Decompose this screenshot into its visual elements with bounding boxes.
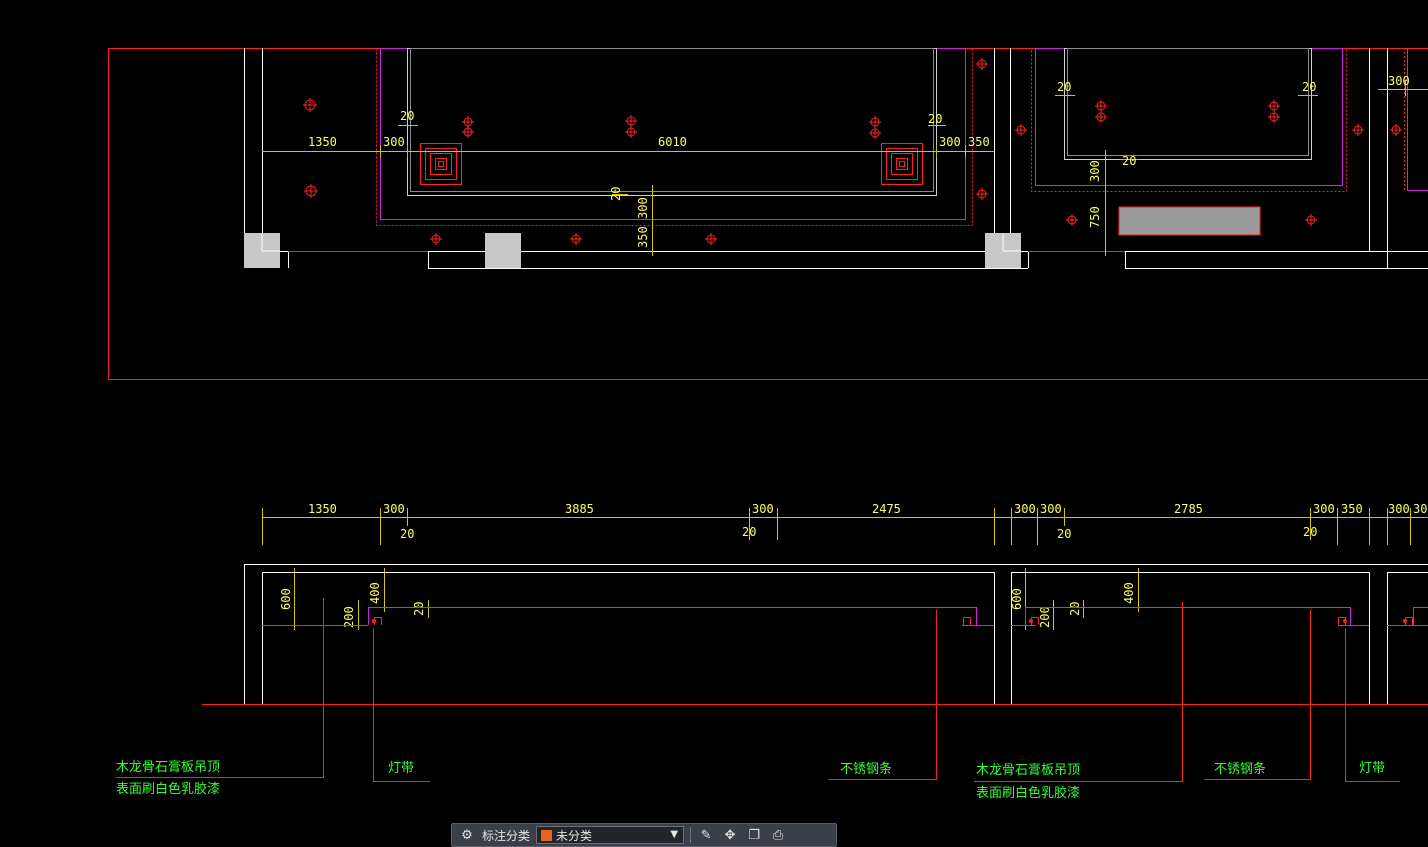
plan-dim-r3-300: 300: [1388, 74, 1410, 88]
sec-dim-200-left: 200: [342, 606, 356, 628]
chevron-down-icon: ▼: [670, 829, 678, 840]
plan-dim-r2-20a: 20: [1057, 80, 1071, 94]
sec-dim-20d: 20: [1303, 525, 1317, 539]
category-color-swatch: [541, 830, 552, 841]
plan-dim-6010: 6010: [658, 135, 687, 149]
filter-icon[interactable]: ⚙: [458, 826, 476, 844]
note-ceiling-2-line2: 表面刷白色乳胶漆: [976, 785, 1080, 801]
plan-dim-300-vert: 300: [636, 197, 650, 219]
annotation-toolbar: ⚙ 标注分类 未分类 ▼ ✎ ✥ ❐ ⎙: [451, 823, 837, 847]
section-dimension-lines: [262, 508, 1428, 630]
plan-dim-r2-20b: 20: [1302, 80, 1316, 94]
plan-feature-block: [1119, 207, 1260, 235]
plan-columns: [244, 233, 1021, 268]
plan-dim-20-vert: 20: [609, 187, 623, 201]
move-icon[interactable]: ✥: [721, 826, 739, 844]
plan-dim-300-left: 300: [383, 135, 405, 149]
section-light-dots: [372, 619, 1407, 623]
sec-dim-600-left: 600: [279, 588, 293, 610]
plan-dim-r2-300: 300: [1088, 160, 1102, 182]
plan-dim-20-left: 20: [400, 109, 414, 123]
sec-dim-300f: 300: [1388, 502, 1410, 516]
note-stainless-2: 不锈钢条: [1214, 761, 1266, 777]
toolbar-divider: [690, 827, 691, 843]
ceiling-fixture-left: [421, 144, 462, 185]
sec-dim-600-right: 600: [1010, 588, 1024, 610]
cad-drawing-canvas[interactable]: 1350 300 20 6010 20 300 350 20 300 350 2…: [0, 0, 1428, 843]
note-stainless-1: 不锈钢条: [840, 761, 892, 777]
sec-dim-300e: 300: [1313, 502, 1335, 516]
ceiling-plan-view: 1350 300 20 6010 20 300 350 20 300 350 2…: [109, 48, 1428, 380]
sec-dim-20a: 20: [400, 527, 414, 541]
sec-dim-20c: 20: [1057, 527, 1071, 541]
copy-icon[interactable]: ❐: [745, 826, 763, 844]
note-ceiling-1-line2: 表面刷白色乳胶漆: [116, 781, 220, 797]
sec-dim-1350: 1350: [308, 502, 337, 516]
note-ceiling-1-line1: 木龙骨石膏板吊顶: [116, 759, 220, 775]
sec-dim-30: 30: [1413, 502, 1427, 516]
category-value: 未分类: [556, 827, 592, 844]
sec-dim-20-left: 20: [412, 602, 426, 616]
note-light-strip-2: 灯带: [1359, 761, 1385, 776]
sec-dim-350: 350: [1341, 502, 1363, 516]
edit-icon[interactable]: ✎: [697, 826, 715, 844]
sec-dim-3885: 3885: [565, 502, 594, 516]
category-select[interactable]: 未分类 ▼: [536, 826, 684, 844]
sec-dim-2475: 2475: [872, 502, 901, 516]
sec-dim-400-left: 400: [368, 582, 382, 604]
sec-dim-300b: 300: [752, 502, 774, 516]
sec-dim-20b: 20: [742, 525, 756, 539]
plan-dim-20-right: 20: [928, 112, 942, 126]
note-light-strip-1: 灯带: [388, 761, 414, 776]
category-label: 标注分类: [482, 827, 530, 844]
plan-dim-r2-750: 750: [1088, 206, 1102, 228]
section-walls: [245, 565, 1428, 705]
sec-dim-200-right: 200: [1038, 606, 1052, 628]
print-icon[interactable]: ⎙: [769, 826, 787, 844]
plan-dim-300-right: 300: [939, 135, 961, 149]
plan-dim-r2-20c: 20: [1122, 154, 1136, 168]
sec-dim-20-right: 20: [1068, 602, 1082, 616]
ceiling-fixture-right: [882, 144, 923, 185]
sec-dim-2785: 2785: [1174, 502, 1203, 516]
sec-dim-300c: 300: [1014, 502, 1036, 516]
plan-dim-350-vert: 350: [636, 226, 650, 248]
sec-dim-300a: 300: [383, 502, 405, 516]
sec-dim-300d: 300: [1040, 502, 1062, 516]
sec-dim-400-right: 400: [1122, 582, 1136, 604]
plan-dim-350-right: 350: [968, 135, 990, 149]
plan-dim-1350: 1350: [308, 135, 337, 149]
note-ceiling-2-line1: 木龙骨石膏板吊顶: [976, 762, 1080, 778]
ceiling-section-view: 1350 300 20 3885 300 20 2475 300 300 278…: [116, 502, 1428, 801]
section-ceiling-room1: [262, 608, 1428, 626]
